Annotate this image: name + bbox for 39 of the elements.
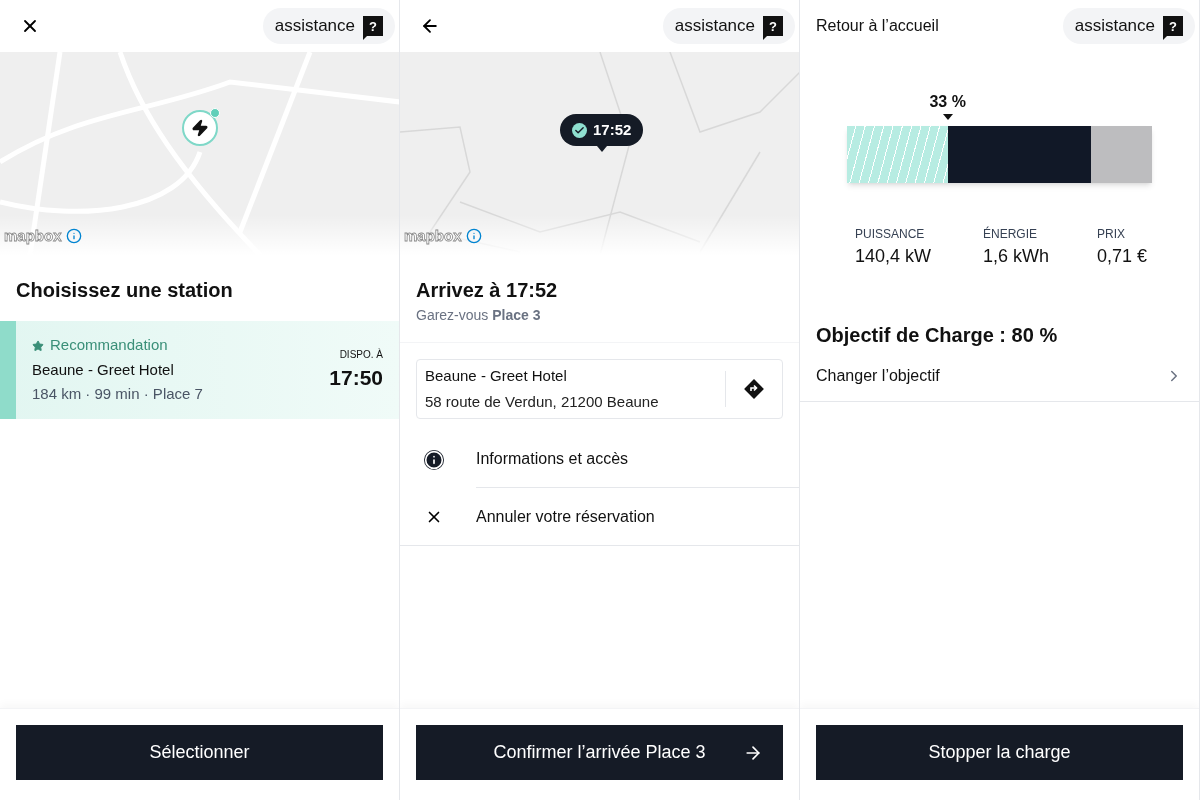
availability-label: DISPO. À <box>339 347 383 362</box>
stat-value: 0,71 € <box>1097 245 1149 268</box>
assistance-button[interactable]: assistance ? <box>1062 8 1195 44</box>
stat-value: 140,4 kW <box>855 245 933 268</box>
star-icon <box>32 339 44 352</box>
lightning-icon <box>191 119 209 137</box>
station-name: Beaune - Greet Hotel <box>32 359 175 380</box>
primary-button[interactable]: Sélectionner <box>16 725 383 780</box>
change-goal-row[interactable]: Changer l’objectif <box>800 350 1199 402</box>
primary-button[interactable]: Stopper la charge <box>816 725 1183 780</box>
recommendation-tag: Recommandation <box>50 334 168 357</box>
action-row[interactable]: Informations et accès <box>400 431 799 488</box>
charging-station-marker[interactable] <box>182 110 218 146</box>
primary-button[interactable]: Confirmer l’arrivée Place 3 <box>416 725 783 780</box>
arrival-time-marker[interactable]: 17:52 <box>560 114 644 146</box>
charge-percent: 33 % <box>929 92 966 112</box>
check-icon <box>572 122 587 138</box>
assistance-button[interactable]: assistance ? <box>262 8 395 44</box>
station-details: 184 km · 99 min · Place 7 <box>32 384 203 405</box>
stat-label: PUISSANCE <box>855 226 926 243</box>
marker-pointer-icon <box>596 146 607 152</box>
info-icon <box>424 449 444 470</box>
info-icon <box>465 227 482 244</box>
station-card[interactable]: Recommandation Beaune - Greet Hotel 184 km · 99 min · Place 7 DISPO. À 17:50 <box>0 321 399 419</box>
action-row[interactable]: Annuler votre réservation <box>400 488 799 545</box>
home-link[interactable]: Retour à l’accueil <box>816 14 939 38</box>
parking-hint: Garez-vous Place 3 <box>416 306 542 325</box>
section-title: Choisissez une station <box>15 278 234 303</box>
stat-label: ÉNERGIE <box>983 225 1038 243</box>
stat-value: 1,6 kWh <box>983 245 1051 268</box>
info-icon <box>65 227 82 244</box>
arrival-title: Arrivez à 17:52 <box>416 278 559 303</box>
charge-goal-title: Objectif de Charge : 80 % <box>815 323 1059 348</box>
pointer-icon <box>942 114 953 120</box>
assistance-button[interactable]: assistance ? <box>662 8 795 44</box>
station-name: Beaune - Greet Hotel <box>425 365 568 386</box>
station-address: 58 route de Verdun, 21200 Beaune <box>425 392 660 412</box>
stat-label: PRIX <box>1097 226 1126 243</box>
availability-time: 17:50 <box>329 364 383 391</box>
